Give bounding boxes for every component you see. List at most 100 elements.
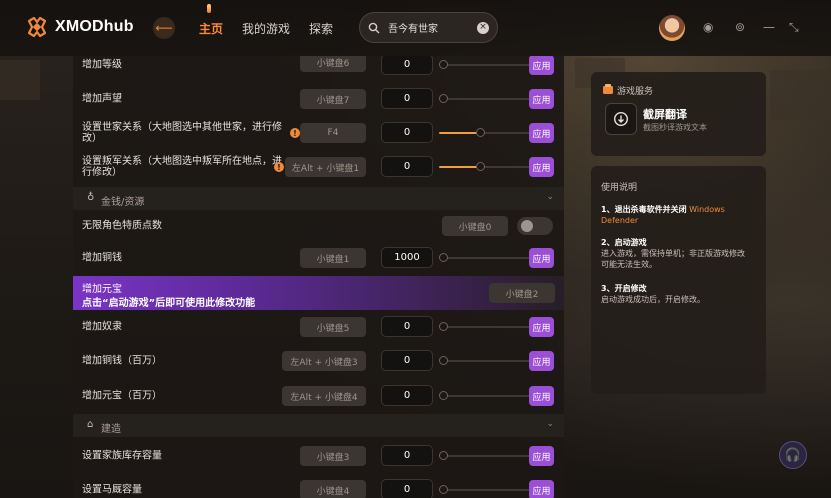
app-logo[interactable]: XMODhub [26,16,134,38]
service-icon [603,84,613,94]
background-scene-detail [770,70,831,120]
search-icon [368,22,380,33]
service-title: 游戏服务 [617,87,654,97]
value-input[interactable]: 0 [381,122,433,143]
cheat-row: 设置叛军关系（大地图选中叛军所在地点，进行修改） ! 左Alt + 小键盘1 0… [73,154,564,180]
hotkey-button[interactable]: F4 [300,123,366,143]
cheat-label: 增加铜钱 [82,252,122,264]
hotkey-button[interactable]: 左Alt + 小键盘1 [285,157,366,177]
cheat-row: 增加声望 小键盘7 0 应用 [73,86,564,112]
xmod-logo-icon [27,16,47,38]
search-input[interactable]: 吾今有世家 × [359,12,498,43]
cheat-label: 设置家族库存容量 [82,450,162,462]
warning-icon[interactable]: ! [290,128,300,138]
background-scene-detail [0,60,40,100]
value-input[interactable]: 1000 [381,247,433,268]
minimize-icon[interactable]: — [763,20,775,34]
cheat-row: 增加铜钱 小键盘1 1000 应用 [73,245,564,271]
back-button[interactable]: ⟵ [153,17,175,39]
section-header-money[interactable]: ♁ 金钱/资源 ⌄ [73,187,564,210]
translate-icon [605,103,637,135]
top-bar: XMODhub ⟵ 主页 我的游戏 探索 吾今有世家 × ◉ ⊚ — ⤡ [0,0,831,56]
active-nav-indicator [207,4,211,13]
cheat-row: 无限角色特质点数 小键盘0 [73,213,564,239]
chevron-down-icon[interactable]: ⌄ [546,192,554,202]
cheat-label: 增加元宝 [82,284,122,295]
hotkey-button[interactable]: 小键盘1 [300,248,366,268]
nav-explore[interactable]: 探索 [309,20,333,37]
step-text: 进入游戏，需保持单机；非正版游戏修改可能无法生效。 [601,249,745,269]
apply-button[interactable]: 应用 [529,386,554,406]
nav-home[interactable]: 主页 [199,20,223,37]
step-title: 1、退出杀毒软件并关闭 [601,205,687,214]
nav-my-games[interactable]: 我的游戏 [242,20,290,37]
hotkey-button[interactable]: 小键盘5 [300,317,366,337]
warning-icon[interactable]: ! [274,162,284,172]
section-title: 建造 [101,424,121,435]
hotkey-button[interactable]: 左Alt + 小键盘4 [282,386,366,406]
apply-button[interactable]: 应用 [529,248,554,268]
hotkey-button[interactable]: 小键盘7 [300,89,366,109]
apply-button[interactable]: 应用 [529,446,554,466]
background-scene-detail [775,200,831,260]
apply-button[interactable]: 应用 [529,480,554,498]
arrow-left-icon: ⟵ [155,21,173,35]
value-input[interactable]: 0 [381,350,433,371]
hotkey-button[interactable]: 小键盘2 [489,283,555,303]
hotkey-button[interactable]: 小键盘4 [300,480,366,498]
value-input[interactable]: 0 [381,88,433,109]
user-avatar[interactable] [659,15,685,41]
value-input[interactable]: 0 [381,479,433,498]
money-bag-icon: ♁ [87,192,95,203]
guide-step-2: 2、启动游戏 进入游戏，需保持单机；非正版游戏修改可能无法生效。 [601,237,751,270]
step-text: 启动游戏成功后，开启修改。 [601,295,705,304]
hotkey-button[interactable]: 左Alt + 小键盘3 [282,351,366,371]
step-title: 3、开启修改 [601,284,647,293]
cheat-label: 设置叛军关系（大地图选中叛军所在地点，进行修改） [82,156,282,178]
cheat-label: 设置马厩容量 [82,484,142,496]
hotkey-button[interactable]: 小键盘3 [300,446,366,466]
launch-required-banner: 增加元宝 点击“启动游戏”后即可使用此修改功能 小键盘2 [73,276,564,310]
target-icon[interactable]: ⊚ [735,20,745,34]
search-value: 吾今有世家 [388,24,438,35]
apply-button[interactable]: 应用 [529,317,554,337]
cheat-row: 增加等级 小键盘6 0 应用 [73,56,564,78]
usage-guide-panel: 使用说明 1、退出杀毒软件并关闭 Windows Defender 2、启动游戏… [591,166,766,394]
chevron-down-icon[interactable]: ⌄ [546,419,554,429]
apply-button[interactable]: 应用 [529,351,554,371]
building-icon: ⌂ [87,419,94,430]
cheat-label: 增加铜钱（百万） [82,355,162,367]
guide-step-3: 3、开启修改 启动游戏成功后，开启修改。 [601,283,751,305]
step-title: 2、启动游戏 [601,238,647,247]
settings-icon[interactable]: ◉ [703,20,713,34]
cheat-label: 增加元宝（百万） [82,390,162,402]
banner-message: 点击“启动游戏”后即可使用此修改功能 [82,298,256,309]
app-name: XMODhub [55,18,134,35]
value-input[interactable]: 0 [381,156,433,177]
cheat-label: 增加等级 [82,59,122,71]
value-input[interactable]: 0 [381,56,433,75]
value-input[interactable]: 0 [381,385,433,406]
service-description: 截图秒译游戏文本 [643,123,707,132]
value-input[interactable]: 0 [381,316,433,337]
guide-step-1: 1、退出杀毒软件并关闭 Windows Defender [601,204,751,226]
headset-support-icon[interactable]: 🎧 [779,441,807,469]
apply-button[interactable]: 应用 [529,56,554,75]
section-title: 金钱/资源 [101,197,145,208]
clear-search-icon[interactable]: × [477,21,489,34]
screenshot-translate-card[interactable]: 截屏翻译 截图秒译游戏文本 [605,103,729,137]
cheat-label: 增加奴隶 [82,321,122,333]
collapse-icon[interactable]: ⤡ [789,20,799,35]
cheat-row: 设置马厩容量 小键盘4 0 应用 [73,477,564,498]
hotkey-button[interactable]: 小键盘0 [442,216,508,236]
value-input[interactable]: 0 [381,445,433,466]
apply-button[interactable]: 应用 [529,123,554,143]
cheat-row: 增加奴隶 小键盘5 0 应用 [73,314,564,340]
hotkey-button[interactable]: 小键盘6 [300,56,366,72]
apply-button[interactable]: 应用 [529,157,554,177]
apply-button[interactable]: 应用 [529,89,554,109]
section-header-build[interactable]: ⌂ 建造 ⌄ [73,414,564,437]
cheat-row: 增加铜钱（百万） 左Alt + 小键盘3 0 应用 [73,348,564,374]
service-name: 截屏翻译 [643,108,687,121]
toggle-switch[interactable] [517,217,553,235]
